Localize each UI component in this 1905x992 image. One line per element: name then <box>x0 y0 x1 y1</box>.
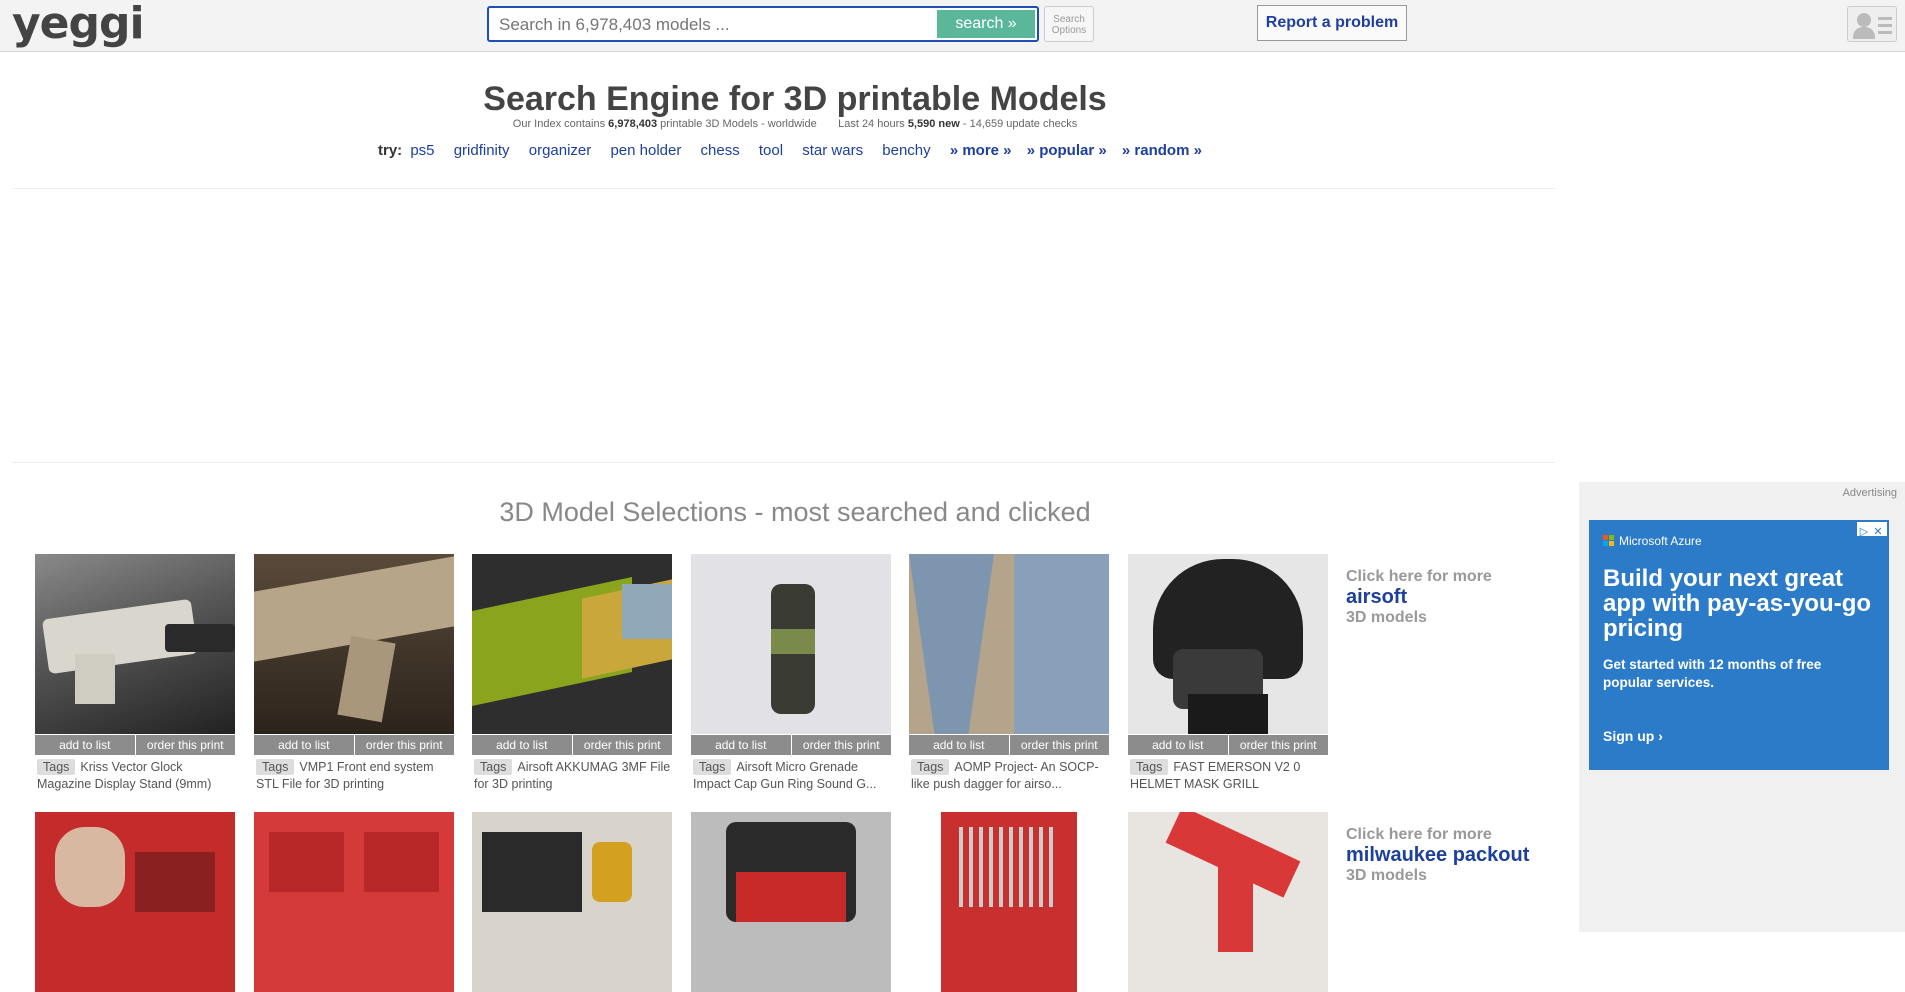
model-thumbnail[interactable] <box>691 812 891 992</box>
model-thumbnail[interactable] <box>472 812 672 992</box>
more-suffix: 3D models <box>1346 609 1427 626</box>
order-print-button[interactable]: order this print <box>1009 735 1109 755</box>
model-thumbnail[interactable] <box>691 554 891 734</box>
add-to-list-button[interactable]: add to list <box>1128 735 1228 755</box>
try-link-gridfinity[interactable]: gridfinity <box>454 142 510 159</box>
azure-ad-banner[interactable]: ▷ ✕ Microsoft Azure Build your next great… <box>1589 520 1889 770</box>
try-link-tool[interactable]: tool <box>759 142 783 159</box>
model-thumbnail[interactable] <box>1128 812 1328 992</box>
ad-headline: Build your next great app with pay-as-yo… <box>1603 565 1872 642</box>
search-button[interactable]: search » <box>937 10 1035 38</box>
add-to-list-button[interactable]: add to list <box>909 735 1009 755</box>
page-title: Search Engine for 3D printable Models <box>483 80 1107 118</box>
ad-choices-icon[interactable]: ▷ ✕ <box>1857 522 1887 538</box>
ad-panel: Advertising ▷ ✕ Microsoft Azure Build you… <box>1579 482 1905 932</box>
model-card[interactable] <box>35 812 235 992</box>
model-thumbnail[interactable] <box>472 554 672 734</box>
model-thumbnail[interactable] <box>254 812 454 992</box>
search-options-label-2: Options <box>1051 25 1087 36</box>
report-problem-button[interactable]: Report a problem <box>1257 5 1407 41</box>
order-print-button[interactable]: order this print <box>135 735 235 755</box>
model-thumbnail[interactable] <box>35 554 235 734</box>
model-card[interactable] <box>472 812 672 992</box>
more-label: Click here for more <box>1346 568 1492 585</box>
index-stats: Our Index contains 6,978,403 printable 3… <box>512 118 1078 130</box>
model-thumbnail[interactable] <box>35 812 235 992</box>
model-thumbnail[interactable] <box>254 554 454 734</box>
try-links: try: ps5 gridfinity organizer pen holder… <box>378 142 1213 159</box>
search-options-button[interactable]: Search Options <box>1044 6 1094 42</box>
try-link-star-wars[interactable]: star wars <box>802 142 863 159</box>
model-card[interactable]: add to list order this print Tags Airsoft … <box>691 554 891 793</box>
more-suffix: 3D models <box>1346 867 1427 884</box>
more-milwaukee-packout-link[interactable]: Click here for more milwaukee packout 3D… <box>1346 826 1529 885</box>
model-card[interactable] <box>909 812 1109 992</box>
try-link-ps5[interactable]: ps5 <box>410 142 434 159</box>
tags-badge[interactable]: Tags <box>474 759 513 775</box>
add-to-list-button[interactable]: add to list <box>691 735 791 755</box>
order-print-button[interactable]: order this print <box>572 735 672 755</box>
more-category[interactable]: milwaukee packout <box>1346 844 1529 867</box>
try-link-chess[interactable]: chess <box>701 142 740 159</box>
top-bar: yeggi search » Search Options Report a p… <box>0 0 1905 52</box>
more-label: Click here for more <box>1346 826 1492 843</box>
random-link[interactable]: » random » <box>1122 142 1202 159</box>
model-thumbnail[interactable] <box>909 554 1109 734</box>
tags-badge[interactable]: Tags <box>693 759 732 775</box>
selections-title: 3D Model Selections - most searched and … <box>499 497 1091 527</box>
ad-signup-link[interactable]: Sign up › <box>1603 728 1663 744</box>
search-options-label-1: Search <box>1053 14 1085 25</box>
ad-brand: Microsoft Azure <box>1603 534 1702 548</box>
model-card[interactable] <box>254 812 454 992</box>
add-to-list-button[interactable]: add to list <box>472 735 572 755</box>
user-avatar-icon[interactable] <box>1847 6 1897 42</box>
try-link-benchy[interactable]: benchy <box>882 142 930 159</box>
model-card[interactable]: add to list order this print Tags FAST EME… <box>1128 554 1328 793</box>
search-input[interactable] <box>497 8 921 42</box>
ad-label: Advertising <box>1842 487 1897 499</box>
model-card[interactable]: add to list order this print Tags VMP1 Fro… <box>254 554 454 793</box>
model-card[interactable]: add to list order this print Tags AOMP Pro… <box>909 554 1109 793</box>
model-card[interactable]: add to list order this print Tags Airsoft … <box>472 554 672 793</box>
tags-badge[interactable]: Tags <box>1130 759 1169 775</box>
add-to-list-button[interactable]: add to list <box>254 735 354 755</box>
divider <box>12 188 1555 189</box>
more-category[interactable]: airsoft <box>1346 586 1492 609</box>
model-thumbnail[interactable] <box>1128 554 1328 734</box>
ad-subtext: Get started with 12 months of free popul… <box>1603 657 1822 690</box>
order-print-button[interactable]: order this print <box>1228 735 1328 755</box>
tags-badge[interactable]: Tags <box>37 759 76 775</box>
search-box: search » <box>487 6 1039 42</box>
add-to-list-button[interactable]: add to list <box>35 735 135 755</box>
model-card[interactable] <box>1128 812 1328 992</box>
try-link-organizer[interactable]: organizer <box>529 142 592 159</box>
order-print-button[interactable]: order this print <box>791 735 891 755</box>
model-card[interactable]: add to list order this print Tags Kriss Ve… <box>35 554 235 793</box>
tags-badge[interactable]: Tags <box>256 759 295 775</box>
popular-link[interactable]: » popular » <box>1027 142 1107 159</box>
order-print-button[interactable]: order this print <box>354 735 454 755</box>
site-logo[interactable]: yeggi <box>12 0 145 49</box>
divider <box>12 462 1555 463</box>
model-thumbnail[interactable] <box>909 812 1109 992</box>
tags-badge[interactable]: Tags <box>911 759 950 775</box>
try-label: try: <box>378 142 403 159</box>
more-airsoft-link[interactable]: Click here for more airsoft 3D models <box>1346 568 1492 627</box>
more-link[interactable]: » more » <box>950 142 1012 159</box>
try-link-pen-holder[interactable]: pen holder <box>610 142 681 159</box>
microsoft-logo-icon <box>1603 535 1615 547</box>
model-card[interactable] <box>691 812 891 992</box>
